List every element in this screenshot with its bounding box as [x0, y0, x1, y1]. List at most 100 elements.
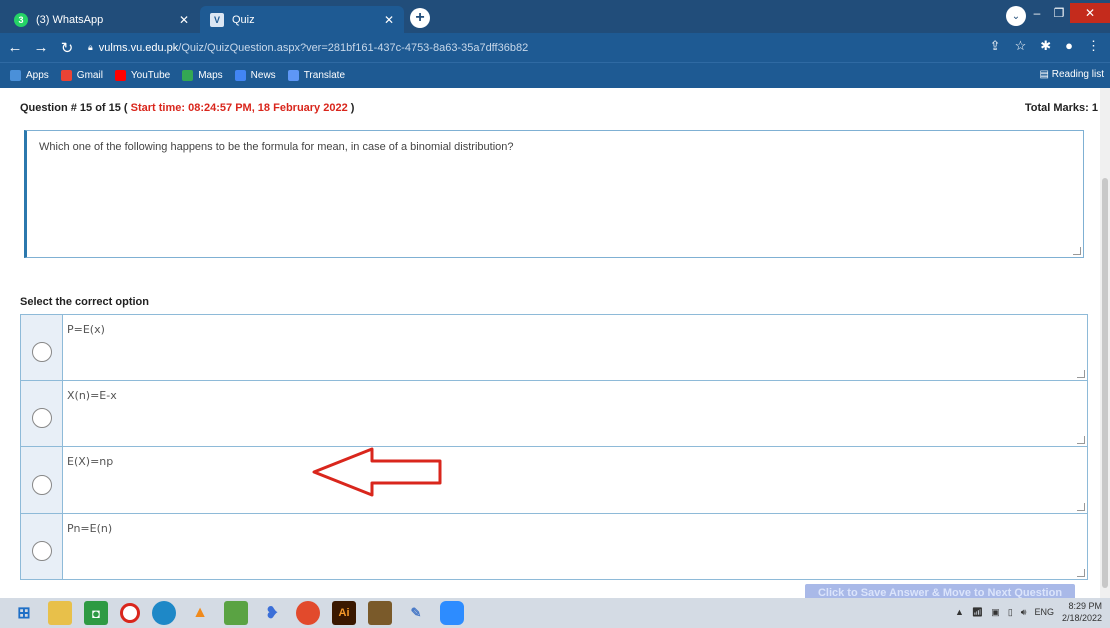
- resize-handle[interactable]: [1077, 569, 1085, 577]
- bookmark-label: Translate: [303, 70, 346, 81]
- url-path: /Quiz/QuizQuestion.aspx?ver=281bf161-437…: [178, 41, 529, 54]
- option-text: E(X)=np: [67, 455, 114, 468]
- bookmark-news[interactable]: News: [234, 70, 276, 81]
- option-text: X(n)=E-x: [67, 388, 117, 402]
- edge-icon[interactable]: [152, 601, 176, 625]
- clock-time: 8:29 PM: [1068, 601, 1102, 611]
- network-icon[interactable]: ▣: [991, 607, 1000, 618]
- question-textarea[interactable]: Which one of the following happens to be…: [24, 130, 1084, 258]
- url-host: vulms.vu.edu.pk: [98, 41, 179, 54]
- bookmark-label: Apps: [26, 70, 49, 81]
- tab-label: Quiz: [232, 13, 255, 26]
- select-option-label: Select the correct option: [20, 296, 149, 308]
- reload-icon[interactable]: ↻: [56, 39, 78, 57]
- menu-icon[interactable]: ⋮: [1087, 38, 1100, 54]
- show-hidden-icon[interactable]: ▲: [955, 607, 964, 617]
- app-icon[interactable]: ❥: [260, 601, 284, 625]
- clock-date: 2/18/2022: [1061, 613, 1102, 623]
- new-tab-button[interactable]: +: [410, 8, 430, 28]
- address-toolbar: ← → ↻ 🔒︎ vulms.vu.edu.pk /Quiz/QuizQuest…: [0, 33, 1110, 62]
- gmail-icon: [60, 70, 72, 81]
- option-row: E(X)=np: [20, 447, 1088, 514]
- store-icon[interactable]: ◘: [84, 601, 108, 625]
- scrollbar-thumb[interactable]: [1102, 178, 1108, 588]
- bookmark-star-icon[interactable]: ☆: [1015, 38, 1027, 54]
- close-icon[interactable]: ✕: [384, 13, 394, 27]
- option-radio[interactable]: [31, 541, 52, 562]
- bookmark-youtube[interactable]: YouTube: [114, 70, 171, 81]
- bookmark-label: YouTube: [130, 70, 171, 81]
- bookmark-label: Maps: [198, 70, 223, 81]
- reading-list-button[interactable]: ▤ Reading list: [1040, 69, 1105, 80]
- vu-logo-icon: V: [210, 12, 224, 27]
- bluestacks-icon[interactable]: [224, 601, 248, 625]
- forward-icon[interactable]: →: [30, 39, 52, 56]
- bookmarks-bar: Apps Gmail YouTube Maps News Translate ▤…: [0, 62, 1110, 88]
- window-controls: – ❐ ✕: [1026, 0, 1110, 26]
- url-bar[interactable]: 🔒︎ vulms.vu.edu.pk /Quiz/QuizQuestion.as…: [88, 37, 1008, 59]
- close-icon[interactable]: ✕: [179, 13, 189, 27]
- apps-grid-icon: [10, 70, 21, 81]
- question-number: Question # 15 of 15 (: [20, 102, 128, 114]
- reading-list-label: Reading list: [1051, 69, 1104, 80]
- chrome-icon[interactable]: [296, 601, 320, 625]
- battery-icon[interactable]: ▯: [1008, 607, 1013, 618]
- illustrator-icon[interactable]: Ai: [332, 601, 356, 625]
- whatsapp-icon: 3: [14, 12, 28, 27]
- clock[interactable]: 8:29 PM 2/18/2022: [1062, 600, 1102, 624]
- windows-start-icon[interactable]: ⊞: [12, 601, 36, 625]
- option-row: Pn=E(n): [20, 513, 1088, 580]
- bookmark-apps[interactable]: Apps: [10, 70, 49, 81]
- bookmark-label: Gmail: [76, 70, 103, 81]
- extensions-icon[interactable]: ✱: [1040, 38, 1051, 54]
- option-text: Pn=E(n): [67, 521, 113, 535]
- paint-icon[interactable]: ✎: [404, 601, 428, 625]
- bookmark-translate[interactable]: Translate: [287, 70, 346, 81]
- volume-icon[interactable]: 🔊︎: [1021, 607, 1027, 618]
- zoom-icon[interactable]: [440, 601, 464, 625]
- browser-tab-bar: 3 (3) WhatsApp ✕ V Quiz ✕ + ⌄ – ❐ ✕: [0, 0, 1110, 33]
- news-icon: [234, 70, 246, 81]
- calendar-app-icon[interactable]: [368, 601, 392, 625]
- lock-icon: 🔒︎: [88, 42, 93, 52]
- back-icon[interactable]: ←: [4, 39, 26, 56]
- taskbar: ⊞ ◘ ▲ ❥ Ai ✎ ▲ 📶︎ ▣ ▯ 🔊︎ ENG 8:29 PM 2/1…: [0, 598, 1110, 628]
- question-text: Which one of the following happens to be…: [39, 141, 514, 153]
- signal-icon[interactable]: 📶︎: [972, 607, 983, 618]
- language-indicator[interactable]: ENG: [1034, 607, 1054, 617]
- page-scrollbar[interactable]: [1100, 88, 1110, 598]
- tab-search-icon[interactable]: ⌄: [1006, 6, 1026, 26]
- youtube-icon: [114, 70, 126, 81]
- total-marks: Total Marks: 1: [1024, 102, 1098, 114]
- resize-handle[interactable]: [1077, 369, 1085, 378]
- bookmark-gmail[interactable]: Gmail: [60, 70, 103, 81]
- tab-quiz[interactable]: V Quiz ✕: [200, 6, 404, 33]
- reading-list-icon: ▤: [1039, 69, 1052, 80]
- option-radio[interactable]: [31, 342, 52, 363]
- tab-whatsapp[interactable]: 3 (3) WhatsApp ✕: [4, 6, 199, 33]
- option-radio[interactable]: [31, 474, 52, 495]
- maps-icon: [182, 70, 194, 81]
- window-close-icon[interactable]: ✕: [1070, 3, 1110, 23]
- system-tray: ▲ 📶︎ ▣ ▯ 🔊︎ ENG 8:29 PM 2/18/2022: [955, 600, 1102, 624]
- profile-icon[interactable]: ●: [1065, 38, 1073, 54]
- bookmark-maps[interactable]: Maps: [182, 70, 223, 81]
- file-explorer-icon[interactable]: [48, 601, 72, 625]
- option-row: P=E(x): [20, 314, 1088, 381]
- options-list: P=E(x) X(n)=E-x E(X)=np Pn=E(n): [20, 314, 1088, 580]
- question-header-close: ): [350, 102, 355, 114]
- share-icon[interactable]: ⇪: [990, 38, 1001, 54]
- opera-icon[interactable]: [120, 603, 140, 623]
- option-text: P=E(x): [67, 323, 105, 336]
- minimize-icon[interactable]: –: [1026, 6, 1048, 20]
- resize-handle[interactable]: [1073, 247, 1081, 255]
- tab-label: (3) WhatsApp: [36, 13, 104, 26]
- annotation-arrow-icon: [312, 447, 442, 497]
- resize-handle[interactable]: [1077, 436, 1085, 444]
- restore-icon[interactable]: ❐: [1048, 6, 1070, 20]
- option-row: X(n)=E-x: [20, 380, 1088, 447]
- option-radio[interactable]: [31, 408, 52, 429]
- vlc-icon[interactable]: ▲: [188, 601, 212, 625]
- quiz-page: Question # 15 of 15 ( Start time: 08:24:…: [0, 88, 1100, 586]
- resize-handle[interactable]: [1077, 502, 1085, 511]
